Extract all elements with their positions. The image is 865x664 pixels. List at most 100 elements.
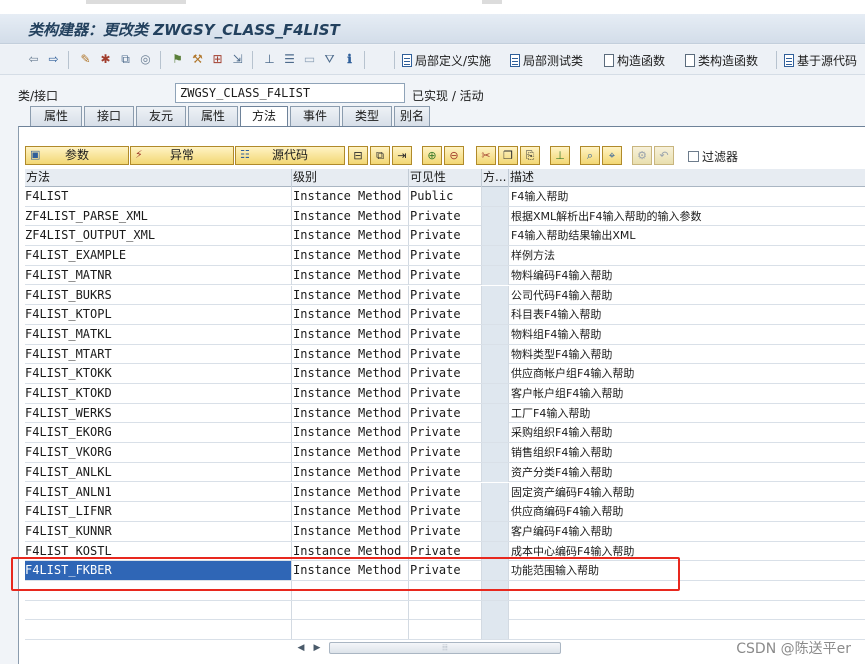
undo-icon[interactable]: ↶ — [654, 146, 674, 165]
method-name-cell[interactable]: ZF4LIST_OUTPUT_XML — [25, 226, 292, 246]
find-next-icon[interactable]: ⌖ — [602, 146, 622, 165]
level-cell[interactable]: Instance Method — [292, 187, 409, 206]
navigate-icon[interactable]: ⇲ — [230, 52, 245, 67]
method-type-cell[interactable] — [482, 206, 509, 226]
copy-row-icon[interactable]: ⧉ — [370, 146, 390, 165]
method-name-cell[interactable]: F4LIST_ANLKL — [25, 462, 292, 482]
table-row[interactable]: F4LIST_BUKRS Instance Method Private 公司代码F4… — [25, 285, 865, 306]
visibility-cell[interactable]: Private — [409, 521, 482, 541]
exceptions-button[interactable]: ⚡ 异常 — [130, 146, 234, 165]
method-type-cell[interactable] — [482, 324, 509, 344]
description-cell[interactable]: 物料编码F4输入帮助 — [509, 266, 865, 285]
level-cell[interactable]: Instance Method — [292, 265, 409, 285]
method-type-cell[interactable] — [482, 305, 509, 325]
header-description[interactable]: 描述 — [509, 169, 865, 187]
list-icon[interactable]: ☰ — [282, 52, 297, 67]
other-object-icon[interactable]: ✎ — [78, 52, 93, 67]
local-definitions-button[interactable]: 局部定义/实施 — [402, 51, 491, 69]
constructor-button[interactable]: 构造函数 — [604, 51, 665, 69]
table-row[interactable]: F4LIST_KTOPL Instance Method Private 科目表F4输… — [25, 305, 865, 325]
description-cell[interactable]: 物料类型F4输入帮助 — [509, 345, 865, 364]
window-icon[interactable]: ▭ — [302, 52, 317, 67]
source-code-button[interactable]: ☷ 源代码 — [235, 146, 345, 165]
activate-icon[interactable]: ⧉ — [118, 52, 133, 67]
table-row[interactable]: F4LIST_LIFNR Instance Method Private 供应商编码F… — [25, 502, 865, 522]
description-cell[interactable]: F4输入帮助结果输出XML — [509, 226, 865, 245]
level-cell[interactable] — [292, 581, 409, 600]
level-cell[interactable]: Instance Method — [292, 305, 409, 325]
level-cell[interactable]: Instance Method — [292, 226, 409, 246]
header-method[interactable]: 方法 — [25, 169, 292, 187]
level-cell[interactable]: Instance Method — [292, 423, 409, 443]
tab-interfaces[interactable]: 接口 — [84, 106, 134, 126]
visibility-cell[interactable]: Private — [409, 265, 482, 285]
insert-row-icon[interactable]: ⊟ — [348, 146, 368, 165]
method-name-cell[interactable]: F4LIST_WERKS — [25, 403, 292, 423]
visibility-cell[interactable] — [409, 620, 482, 640]
description-cell[interactable] — [509, 620, 865, 639]
visibility-cell[interactable]: Private — [409, 384, 482, 403]
visibility-cell[interactable]: Private — [409, 403, 482, 423]
method-name-cell[interactable]: F4LIST_KTOKD — [25, 384, 292, 403]
description-cell[interactable]: 资产分类F4输入帮助 — [509, 463, 865, 482]
level-cell[interactable] — [292, 620, 409, 640]
method-type-cell[interactable] — [482, 226, 509, 246]
method-name-cell[interactable] — [25, 581, 292, 600]
description-cell[interactable] — [509, 601, 865, 620]
method-type-cell[interactable] — [482, 265, 509, 285]
method-name-cell[interactable]: F4LIST_ANLN1 — [25, 482, 292, 502]
level-cell[interactable]: Instance Method — [292, 521, 409, 541]
settings-icon[interactable]: ⚙ — [632, 146, 652, 165]
description-cell[interactable]: 客户帐户组F4输入帮助 — [509, 384, 865, 403]
method-name-cell[interactable]: F4LIST_KTOPL — [25, 305, 292, 325]
method-name-cell[interactable]: F4LIST_MTART — [25, 344, 292, 364]
filter-icon[interactable]: ⛛ — [322, 52, 337, 67]
table-row[interactable]: F4LIST_ANLN1 Instance Method Private 固定资产编码… — [25, 482, 865, 503]
undo-list-icon[interactable]: ⊥ — [550, 146, 570, 165]
scrollbar-thumb[interactable]: ⦙⦙⦙ — [329, 642, 561, 654]
table-row[interactable]: F4LIST Instance Method Public F4输入帮助 — [25, 187, 865, 207]
visibility-cell[interactable]: Private — [409, 206, 482, 226]
class-name-field[interactable]: ZWGSY_CLASS_F4LIST — [175, 83, 405, 103]
method-type-cell[interactable] — [482, 561, 509, 581]
visibility-cell[interactable]: Private — [409, 305, 482, 325]
table-row[interactable]: F4LIST_EXAMPLE Instance Method Private 样例方法 — [25, 246, 865, 266]
level-cell[interactable]: Instance Method — [292, 482, 409, 502]
visibility-cell[interactable]: Private — [409, 324, 482, 344]
copy-icon[interactable]: ❐ — [498, 146, 518, 165]
level-cell[interactable]: Instance Method — [292, 246, 409, 266]
method-type-cell[interactable] — [482, 246, 509, 266]
filter-checkbox-box[interactable] — [688, 151, 699, 162]
local-test-classes-button[interactable]: 局部测试类 — [510, 51, 583, 69]
move-row-icon[interactable]: ⇥ — [392, 146, 412, 165]
method-type-cell[interactable] — [482, 502, 509, 522]
method-name-cell[interactable]: F4LIST_MATKL — [25, 324, 292, 344]
find-icon[interactable]: ⌕ — [580, 146, 600, 165]
tree-icon[interactable]: ⊥ — [262, 52, 277, 67]
description-cell[interactable]: 供应商编码F4输入帮助 — [509, 502, 865, 521]
append-row-icon[interactable]: ⊕ — [422, 146, 442, 165]
visibility-cell[interactable] — [409, 600, 482, 620]
method-type-cell[interactable] — [482, 521, 509, 541]
info-icon[interactable]: ℹ — [342, 52, 357, 67]
level-cell[interactable]: Instance Method — [292, 384, 409, 403]
method-name-cell[interactable]: F4LIST_EXAMPLE — [25, 246, 292, 266]
description-cell[interactable]: 采购组织F4输入帮助 — [509, 423, 865, 442]
description-cell[interactable]: 工厂F4输入帮助 — [509, 404, 865, 423]
header-method-type[interactable]: 方... — [482, 169, 509, 187]
method-type-cell[interactable] — [482, 364, 509, 384]
description-cell[interactable]: 成本中心编码F4输入帮助 — [509, 542, 865, 561]
method-type-cell[interactable] — [482, 443, 509, 463]
description-cell[interactable]: 公司代码F4输入帮助 — [509, 286, 865, 305]
table-row[interactable]: F4LIST_EKORG Instance Method Private 采购组织F4… — [25, 423, 865, 444]
method-name-cell[interactable]: F4LIST_LIFNR — [25, 502, 292, 522]
method-name-cell[interactable] — [25, 600, 292, 620]
forward-arrow-icon[interactable]: ⇨ — [46, 52, 61, 67]
table-row[interactable]: F4LIST_KUNNR Instance Method Private 客户编码F4… — [25, 521, 865, 542]
description-cell[interactable]: 客户编码F4输入帮助 — [509, 522, 865, 541]
tab-events[interactable]: 事件 — [290, 106, 340, 126]
visibility-cell[interactable] — [409, 581, 482, 600]
method-type-cell[interactable] — [482, 620, 509, 640]
table-row[interactable]: F4LIST_MTART Instance Method Private 物料类型F4… — [25, 344, 865, 365]
visibility-cell[interactable]: Private — [409, 443, 482, 463]
